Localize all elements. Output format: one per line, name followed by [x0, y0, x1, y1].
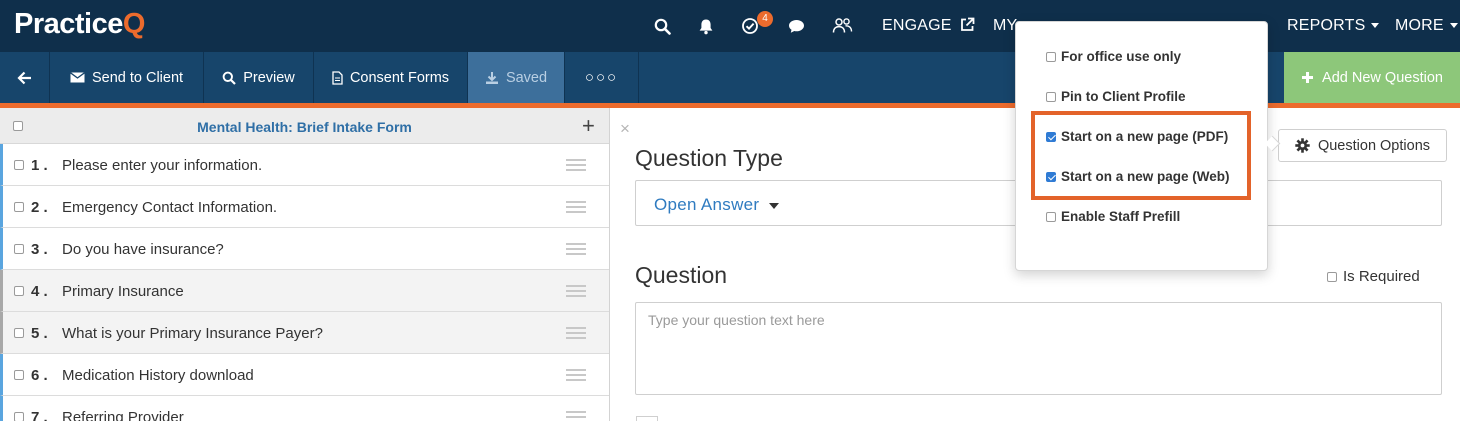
question-row[interactable]: 5 . What is your Primary Insurance Payer…: [0, 312, 609, 354]
consent-forms-button[interactable]: Consent Forms: [314, 52, 468, 103]
chevron-down-icon: [1449, 23, 1458, 29]
preview-label: Preview: [243, 69, 295, 86]
chat-icon[interactable]: [784, 14, 808, 38]
form-header: Mental Health: Brief Intake Form +: [0, 108, 609, 144]
question-number: 2 .: [31, 199, 48, 216]
question-text: Emergency Contact Information.: [62, 199, 278, 216]
drag-handle-icon[interactable]: [566, 159, 586, 174]
question-row[interactable]: 1 . Please enter your information.: [0, 144, 609, 186]
staff-prefill-label: Enable Staff Prefill: [1061, 209, 1181, 224]
add-new-question-button[interactable]: Add New Question: [1284, 52, 1460, 103]
pin-to-profile-checkbox[interactable]: [1046, 91, 1056, 102]
drag-handle-icon[interactable]: [566, 201, 586, 216]
drag-handle-icon[interactable]: [566, 411, 586, 421]
gear-icon: [1295, 138, 1310, 153]
question-type-value: Open Answer: [654, 195, 780, 215]
menu-item-pin-to-client-profile[interactable]: Pin to Client Profile: [1046, 89, 1186, 104]
question-checkbox[interactable]: [14, 328, 24, 338]
drag-handle-icon[interactable]: [566, 285, 586, 300]
document-icon: [332, 70, 343, 85]
question-text-input[interactable]: [635, 302, 1442, 395]
arrow-left-icon: [17, 71, 31, 84]
more-label: MORE: [1395, 17, 1444, 34]
drag-handle-icon[interactable]: [566, 369, 586, 384]
highlight-annotation-box: [1031, 111, 1251, 200]
question-type-heading: Question Type: [635, 145, 783, 171]
question-number: 7 .: [31, 409, 48, 421]
question-heading: Question: [635, 262, 728, 288]
saved-button[interactable]: Saved: [468, 52, 565, 103]
add-new-question-label: Add New Question: [1322, 69, 1443, 86]
question-number: 5 .: [31, 325, 48, 342]
is-required-toggle[interactable]: Is Required: [1327, 268, 1420, 285]
question-list-panel: Mental Health: Brief Intake Form + 1 . P…: [0, 108, 610, 421]
question-checkbox[interactable]: [14, 412, 24, 421]
drag-handle-icon[interactable]: [566, 327, 586, 342]
search-icon: [222, 71, 236, 85]
question-checkbox[interactable]: [14, 286, 24, 296]
question-text: Referring Provider: [62, 409, 184, 421]
question-number: 1 .: [31, 157, 48, 174]
question-options-button[interactable]: Question Options: [1278, 129, 1447, 162]
question-row[interactable]: 2 . Emergency Contact Information.: [0, 186, 609, 228]
staff-prefill-checkbox[interactable]: [1046, 211, 1056, 222]
external-link-icon: [961, 17, 975, 31]
is-required-label: Is Required: [1343, 268, 1420, 285]
question-number: 6 .: [31, 367, 48, 384]
option-checkbox-partial[interactable]: [636, 416, 658, 421]
drag-handle-icon[interactable]: [566, 243, 586, 258]
question-options-label: Question Options: [1317, 137, 1431, 154]
more-options-button[interactable]: ○○○: [565, 52, 639, 103]
question-checkbox[interactable]: [14, 160, 24, 170]
close-editor-button[interactable]: ×: [620, 119, 630, 139]
question-checkbox[interactable]: [14, 244, 24, 254]
envelope-icon: [70, 72, 85, 83]
form-title: Mental Health: Brief Intake Form: [197, 119, 412, 135]
question-row[interactable]: 7 . Referring Provider: [0, 396, 609, 421]
chevron-down-icon: [1371, 23, 1380, 29]
is-required-checkbox[interactable]: [1327, 271, 1337, 282]
question-text: What is your Primary Insurance Payer?: [62, 325, 323, 342]
saved-label: Saved: [505, 69, 548, 86]
chevron-down-icon: [769, 202, 780, 209]
question-type-text: Open Answer: [654, 195, 760, 214]
question-row[interactable]: 4 . Primary Insurance: [0, 270, 609, 312]
question-number: 4 .: [31, 283, 48, 300]
pin-to-profile-label: Pin to Client Profile: [1061, 89, 1186, 104]
back-button[interactable]: [0, 52, 50, 103]
users-icon[interactable]: [830, 14, 854, 38]
practiceq-logo[interactable]: PracticeQ: [14, 8, 145, 41]
question-checkbox[interactable]: [14, 370, 24, 380]
question-text: Do you have insurance?: [62, 241, 224, 258]
question-text: Please enter your information.: [62, 157, 263, 174]
engage-label: ENGAGE: [882, 17, 952, 34]
question-number: 3 .: [31, 241, 48, 258]
logo-text: Practice: [14, 8, 123, 40]
menu-item-enable-staff-prefill[interactable]: Enable Staff Prefill: [1046, 209, 1180, 224]
office-use-only-label: For office use only: [1061, 49, 1182, 64]
reports-nav-link[interactable]: REPORTS: [1287, 17, 1380, 35]
search-icon[interactable]: [650, 14, 674, 38]
add-section-button[interactable]: +: [582, 113, 595, 139]
engage-nav-link[interactable]: ENGAGE: [882, 17, 975, 35]
my-nav-link[interactable]: MY: [993, 17, 1017, 35]
send-to-client-label: Send to Client: [91, 69, 184, 86]
tasks-count-badge: 4: [757, 11, 773, 27]
question-checkbox[interactable]: [14, 202, 24, 212]
plus-icon: [1302, 72, 1314, 83]
question-text: Medication History download: [62, 367, 254, 384]
bell-icon[interactable]: [694, 14, 718, 38]
more-nav-link[interactable]: MORE: [1395, 17, 1458, 35]
preview-button[interactable]: Preview: [204, 52, 314, 103]
send-to-client-button[interactable]: Send to Client: [50, 52, 204, 103]
logo-q: Q: [122, 8, 146, 40]
question-row[interactable]: 3 . Do you have insurance?: [0, 228, 609, 270]
question-text: Primary Insurance: [62, 283, 184, 300]
download-icon: [485, 71, 498, 84]
consent-forms-label: Consent Forms: [349, 69, 450, 86]
question-row[interactable]: 6 . Medication History download: [0, 354, 609, 396]
office-use-only-checkbox[interactable]: [1046, 51, 1056, 62]
reports-label: REPORTS: [1287, 17, 1366, 34]
menu-item-office-use-only[interactable]: For office use only: [1046, 49, 1181, 64]
